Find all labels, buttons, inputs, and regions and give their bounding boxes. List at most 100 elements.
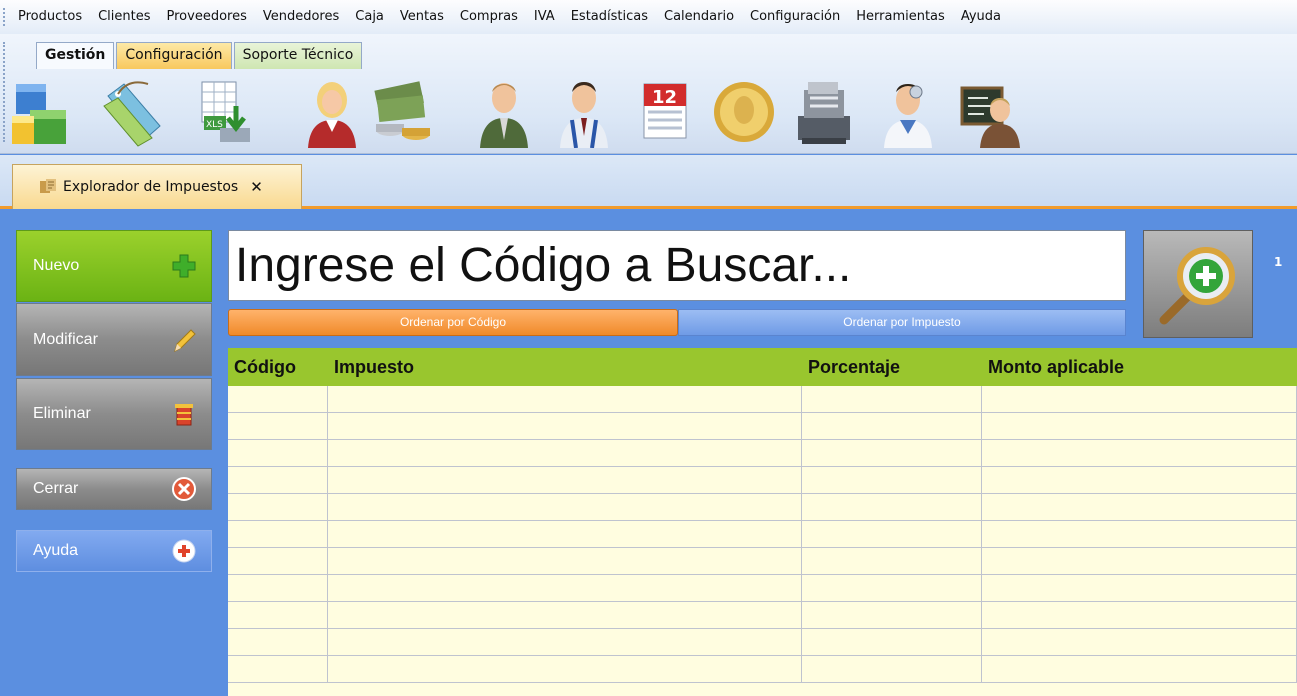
- supplier-man-icon[interactable]: [548, 74, 620, 150]
- menu-ventas[interactable]: Ventas: [392, 0, 452, 34]
- table-cell[interactable]: [982, 521, 1297, 547]
- seller-woman-icon[interactable]: [296, 74, 368, 150]
- delete-button[interactable]: Eliminar: [16, 378, 212, 450]
- menu-calendario[interactable]: Calendario: [656, 0, 742, 34]
- table-cell[interactable]: [328, 494, 802, 520]
- table-cell[interactable]: [328, 575, 802, 601]
- table-cell[interactable]: [228, 656, 328, 682]
- menu-ayuda[interactable]: Ayuda: [953, 0, 1009, 34]
- table-cell[interactable]: [802, 440, 982, 466]
- table-cell[interactable]: [982, 602, 1297, 628]
- table-cell[interactable]: [228, 494, 328, 520]
- cash-register-icon[interactable]: [788, 74, 860, 150]
- new-button[interactable]: Nuevo: [16, 230, 212, 302]
- table-cell[interactable]: [328, 521, 802, 547]
- calendar-icon[interactable]: 12: [628, 74, 700, 150]
- table-cell[interactable]: [328, 386, 802, 412]
- menu-herramientas[interactable]: Herramientas: [848, 0, 953, 34]
- table-cell[interactable]: [982, 629, 1297, 655]
- table-cell[interactable]: [228, 629, 328, 655]
- table-cell[interactable]: [802, 575, 982, 601]
- table-cell[interactable]: [982, 467, 1297, 493]
- table-cell[interactable]: [802, 467, 982, 493]
- table-cell[interactable]: [228, 575, 328, 601]
- table-cell[interactable]: [802, 413, 982, 439]
- coin-icon[interactable]: [708, 74, 780, 150]
- edit-button[interactable]: Modificar: [16, 303, 212, 376]
- table-cell[interactable]: [228, 386, 328, 412]
- menu-caja[interactable]: Caja: [347, 0, 392, 34]
- client-man-icon[interactable]: [468, 74, 540, 150]
- table-cell[interactable]: [328, 548, 802, 574]
- table-cell[interactable]: [328, 440, 802, 466]
- ribbon-grip[interactable]: [3, 42, 5, 142]
- table-cell[interactable]: [228, 413, 328, 439]
- close-button[interactable]: Cerrar: [16, 468, 212, 510]
- boxes-icon[interactable]: [8, 74, 80, 150]
- teacher-board-icon[interactable]: [952, 74, 1024, 150]
- column-impuesto[interactable]: Impuesto: [328, 348, 802, 386]
- menu-configuracion[interactable]: Configuración: [742, 0, 848, 34]
- table-cell[interactable]: [228, 467, 328, 493]
- table-cell[interactable]: [328, 656, 802, 682]
- excel-import-icon[interactable]: XLS: [188, 74, 260, 150]
- table-cell[interactable]: [982, 575, 1297, 601]
- menu-compras[interactable]: Compras: [452, 0, 526, 34]
- table-row[interactable]: [228, 548, 1297, 575]
- menu-productos[interactable]: Productos: [10, 0, 90, 34]
- table-cell[interactable]: [228, 602, 328, 628]
- table-row[interactable]: [228, 467, 1297, 494]
- table-row[interactable]: [228, 386, 1297, 413]
- sort-by-code-button[interactable]: Ordenar por Código: [228, 309, 678, 336]
- ribbon-tab-configuracion[interactable]: Configuración: [116, 42, 232, 69]
- column-monto-aplicable[interactable]: Monto aplicable: [982, 348, 1297, 386]
- table-cell[interactable]: [802, 656, 982, 682]
- table-cell[interactable]: [802, 494, 982, 520]
- doctor-support-icon[interactable]: [872, 74, 944, 150]
- table-row[interactable]: [228, 629, 1297, 656]
- table-row[interactable]: [228, 656, 1297, 683]
- table-row[interactable]: [228, 494, 1297, 521]
- table-row[interactable]: [228, 440, 1297, 467]
- sort-by-tax-button[interactable]: Ordenar por Impuesto: [678, 309, 1126, 336]
- table-row[interactable]: [228, 602, 1297, 629]
- close-tab-icon[interactable]: ✕: [250, 178, 263, 196]
- table-cell[interactable]: [982, 548, 1297, 574]
- table-cell[interactable]: [982, 413, 1297, 439]
- table-cell[interactable]: [802, 629, 982, 655]
- table-cell[interactable]: [328, 629, 802, 655]
- table-cell[interactable]: [802, 548, 982, 574]
- column-codigo[interactable]: Código: [228, 348, 328, 386]
- table-row[interactable]: [228, 521, 1297, 548]
- table-row[interactable]: [228, 575, 1297, 602]
- menu-grip[interactable]: [3, 8, 5, 26]
- menu-proveedores[interactable]: Proveedores: [159, 0, 255, 34]
- help-button[interactable]: Ayuda: [16, 530, 212, 572]
- table-cell[interactable]: [982, 494, 1297, 520]
- table-body[interactable]: [228, 386, 1297, 696]
- menu-iva[interactable]: IVA: [526, 0, 563, 34]
- table-cell[interactable]: [228, 521, 328, 547]
- search-input[interactable]: [229, 231, 1125, 300]
- table-cell[interactable]: [982, 440, 1297, 466]
- menu-estadisticas[interactable]: Estadísticas: [563, 0, 656, 34]
- search-button[interactable]: [1143, 230, 1253, 338]
- table-cell[interactable]: [982, 386, 1297, 412]
- table-cell[interactable]: [228, 548, 328, 574]
- table-cell[interactable]: [802, 521, 982, 547]
- price-tags-icon[interactable]: [96, 74, 168, 150]
- column-porcentaje[interactable]: Porcentaje: [802, 348, 982, 386]
- table-cell[interactable]: [328, 602, 802, 628]
- table-cell[interactable]: [328, 413, 802, 439]
- menu-vendedores[interactable]: Vendedores: [255, 0, 347, 34]
- table-cell[interactable]: [328, 467, 802, 493]
- table-cell[interactable]: [982, 656, 1297, 682]
- ribbon-tab-gestion[interactable]: Gestión: [36, 42, 115, 69]
- table-row[interactable]: [228, 413, 1297, 440]
- table-cell[interactable]: [802, 602, 982, 628]
- table-cell[interactable]: [228, 440, 328, 466]
- table-cell[interactable]: [802, 386, 982, 412]
- tab-explorador-impuestos[interactable]: Explorador de Impuestos ✕: [12, 164, 302, 209]
- money-coins-icon[interactable]: [366, 74, 438, 150]
- menu-clientes[interactable]: Clientes: [90, 0, 158, 34]
